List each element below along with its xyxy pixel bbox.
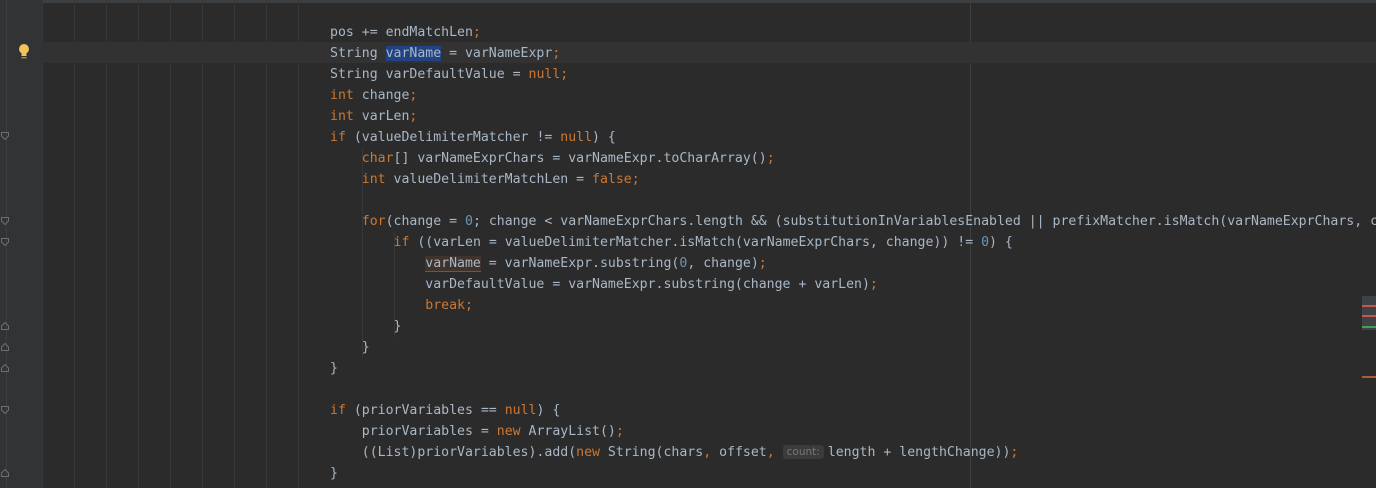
fold-end-marker-icon[interactable] <box>1 343 9 351</box>
code-line: ((List)priorVariables).add(new String(ch… <box>361 445 1019 460</box>
code-line: } <box>330 466 338 481</box>
code-line: pos += endMatchLen; <box>330 25 481 40</box>
editor-top-border <box>0 0 1376 3</box>
lightbulb-icon[interactable] <box>17 43 31 61</box>
code-line: varDefaultValue = varNameExpr.substring(… <box>425 277 878 292</box>
indent-guide <box>74 0 75 488</box>
indent-guide <box>170 0 171 488</box>
code-line: int change; <box>330 88 418 103</box>
code-line: } <box>330 340 370 355</box>
fold-end-marker-icon[interactable] <box>1 364 9 372</box>
indent-guide <box>106 0 107 488</box>
indent-guide <box>202 0 203 488</box>
fold-end-marker-icon[interactable] <box>1 469 9 477</box>
indent-guide <box>234 0 235 488</box>
code-line: if (valueDelimiterMatcher != null) { <box>330 130 616 145</box>
fold-marker-icon[interactable] <box>1 132 9 140</box>
selected-identifier[interactable]: varName <box>385 46 442 61</box>
indent-guide <box>42 0 43 488</box>
code-line: String varDefaultValue = null; <box>330 67 569 82</box>
code-line: } <box>330 319 402 334</box>
code-line: int varLen; <box>330 109 418 124</box>
code-line: for(change = 0; change < varNameExprChar… <box>361 214 1376 229</box>
fold-marker-icon[interactable] <box>1 217 9 225</box>
code-line: if (priorVariables == null) { <box>330 403 561 418</box>
code-line: priorVariables = new ArrayList(); <box>361 424 624 439</box>
code-line: break; <box>425 298 473 313</box>
fold-marker-icon[interactable] <box>1 406 9 414</box>
fold-marker-icon[interactable] <box>1 238 9 246</box>
indent-guide <box>266 0 267 488</box>
code-editor[interactable]: pos += endMatchLen; String varName = var… <box>330 22 1376 484</box>
code-line: String varName = varNameExpr; <box>330 46 561 61</box>
code-line: if ((varLen = valueDelimiterMatcher.isMa… <box>393 235 1013 250</box>
indent-guide <box>138 0 139 488</box>
code-line: } <box>330 361 338 376</box>
indent-guide <box>298 0 299 488</box>
write-usage-highlight[interactable]: varName <box>425 256 481 272</box>
code-line: int valueDelimiterMatchLen = false; <box>361 172 640 187</box>
code-line: varName = varNameExpr.substring(0, chang… <box>425 256 767 272</box>
code-line: char[] varNameExprChars = varNameExpr.to… <box>361 151 775 166</box>
parameter-hint: count: <box>782 445 824 459</box>
fold-end-marker-icon[interactable] <box>1 322 9 330</box>
